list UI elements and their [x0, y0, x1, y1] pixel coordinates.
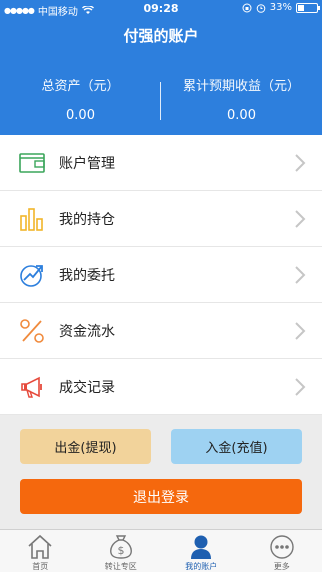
user-icon [191, 535, 212, 559]
rotation-lock-icon [242, 3, 252, 12]
tab-label: 首页 [32, 562, 49, 571]
menu-item-my-orders[interactable]: 我的委托 [0, 247, 322, 303]
tab-label: 转让专区 [104, 562, 137, 571]
expected-income-label: 累计预期收益（元） [182, 79, 300, 94]
money-bag-icon: $ [109, 535, 132, 559]
bar-chart-icon [19, 206, 45, 232]
battery-icon [296, 2, 320, 13]
tab-transfer-zone[interactable]: $ 转让专区 [81, 530, 162, 572]
trend-arrow-icon [19, 262, 45, 288]
account-header: ●●●●● 中国移动 09:28 33% 付强的账户 总资产（元） 0.00 累… [0, 0, 322, 135]
tab-bar: 首页 $ 转让专区 我的账户 更多 [0, 529, 322, 572]
menu-item-label: 成交记录 [59, 379, 115, 396]
total-assets-value: 0.00 [66, 108, 95, 123]
withdraw-button[interactable]: 出金(提现) [20, 429, 151, 464]
tab-label: 我的账户 [185, 562, 218, 571]
battery-percent: 33% [269, 2, 292, 13]
more-icon [270, 535, 294, 559]
menu-item-label: 我的持仓 [59, 211, 115, 228]
menu-item-my-positions[interactable]: 我的持仓 [0, 191, 322, 247]
menu-item-account-management[interactable]: 账户管理 [0, 135, 322, 191]
tab-label: 更多 [273, 562, 290, 571]
menu-item-label: 我的委托 [59, 267, 115, 284]
tab-my-account[interactable]: 我的账户 [161, 530, 242, 572]
tab-home[interactable]: 首页 [0, 530, 81, 572]
fund-actions: 出金(提现) 入金(充值) [20, 429, 302, 464]
alarm-icon [256, 3, 266, 13]
menu-item-trade-records[interactable]: 成交记录 [0, 359, 322, 415]
expected-income-value: 0.00 [227, 108, 256, 123]
wallet-icon [19, 150, 45, 176]
status-bar: ●●●●● 中国移动 09:28 33% [0, 0, 322, 18]
menu-item-label: 资金流水 [59, 323, 115, 340]
menu-item-label: 账户管理 [59, 155, 115, 172]
chevron-right-icon [295, 210, 306, 228]
deposit-button[interactable]: 入金(充值) [171, 429, 302, 464]
menu-item-fund-flow[interactable]: 资金流水 [0, 303, 322, 359]
svg-text:$: $ [117, 544, 124, 557]
chevron-right-icon [295, 378, 306, 396]
home-icon [28, 534, 52, 559]
percent-icon [19, 318, 45, 344]
megaphone-icon [19, 374, 45, 400]
chevron-right-icon [295, 154, 306, 172]
chevron-right-icon [295, 322, 306, 340]
account-menu: 账户管理 我的持仓 我的委托 资金流水 成交记录 [0, 135, 322, 415]
logout-button[interactable]: 退出登录 [20, 479, 302, 514]
total-assets-label: 总资产（元） [41, 79, 120, 94]
tab-more[interactable]: 更多 [242, 530, 322, 572]
total-assets: 总资产（元） 0.00 [0, 75, 161, 123]
expected-income: 累计预期收益（元） 0.00 [161, 75, 322, 123]
chevron-right-icon [295, 266, 306, 284]
page-title: 付强的账户 [123, 27, 199, 45]
